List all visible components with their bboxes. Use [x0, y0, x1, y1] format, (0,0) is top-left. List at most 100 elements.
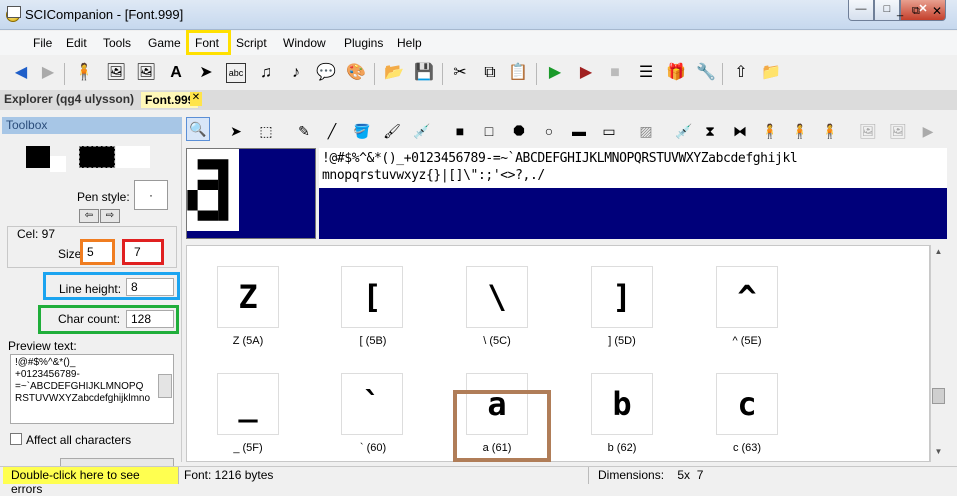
pen-icon[interactable]: ✎ [294, 121, 314, 141]
patch-icon[interactable]: ♪ [286, 63, 306, 83]
figure-icon[interactable]: 🧍 [790, 121, 810, 141]
pen-brush-preview[interactable] [79, 146, 115, 168]
preview-scrollbar[interactable] [158, 374, 172, 398]
font-icon[interactable]: A [166, 63, 186, 83]
paste-icon[interactable]: 📋 [508, 63, 528, 83]
foreground-color-swatch[interactable] [26, 146, 50, 168]
document-icon[interactable] [7, 6, 21, 18]
pen-style-selector[interactable]: · [134, 180, 168, 210]
message-icon[interactable]: 💬 [316, 63, 336, 83]
glyph-caption: b (62) [607, 442, 637, 454]
mdi-minimize-button[interactable]: _ [897, 5, 903, 17]
line-height-input[interactable]: 8 [126, 278, 174, 296]
scroll-up-icon[interactable]: ▲ [931, 247, 946, 260]
line-icon[interactable]: ╱ [322, 121, 342, 141]
glyph-cell[interactable]: c [716, 373, 778, 435]
mdi-restore-button[interactable]: ⧉ [912, 5, 920, 18]
eyedropper-icon[interactable]: 💉 [412, 121, 432, 141]
character-preview-canvas[interactable] [187, 149, 239, 231]
menu-window[interactable]: Window [283, 36, 326, 50]
glyph-cell[interactable]: [ [341, 266, 403, 328]
glyph-cell[interactable]: _ [217, 373, 279, 435]
cursor-icon[interactable]: ➤ [196, 63, 216, 83]
selected-glyph-highlight [453, 390, 551, 462]
text-resource-icon[interactable]: abc [226, 63, 246, 83]
mirror-icon[interactable]: ⧓ [730, 121, 750, 141]
minimize-button[interactable]: — [848, 0, 874, 21]
glyph-grid-scrollbar[interactable] [930, 245, 947, 462]
back-icon[interactable]: ◀ [11, 63, 31, 83]
fill-icon[interactable]: 🪣 [352, 121, 372, 141]
glyph-cell[interactable]: \ [466, 266, 528, 328]
glyph-cell[interactable]: b [591, 373, 653, 435]
filled-octagon-icon[interactable]: ⯃ [509, 121, 529, 141]
glyph-cell[interactable]: ` [341, 373, 403, 435]
preview-text-area[interactable]: !@#$%^&*()_ +0123456789- =~`ABCDEFGHIJKL… [10, 354, 174, 424]
roundrect-icon[interactable]: ▭ [599, 121, 619, 141]
menu-plugins[interactable]: Plugins [344, 36, 383, 50]
lock-folder-icon[interactable]: 📁 [761, 63, 781, 83]
image-import-icon[interactable]: 🖼 [858, 121, 878, 141]
scrollbar-thumb[interactable] [932, 388, 945, 404]
zoom-icon[interactable]: 🔍 [186, 117, 210, 141]
toolbox-bottom-button[interactable] [60, 458, 174, 466]
palette-icon[interactable]: 🎨 [346, 63, 366, 83]
gift-icon[interactable]: 🎁 [666, 63, 686, 83]
copy-icon[interactable]: ⧉ [480, 63, 500, 83]
menu-help[interactable]: Help [397, 36, 422, 50]
save-icon[interactable]: 💾 [414, 63, 434, 83]
menu-tools[interactable]: Tools [103, 36, 131, 50]
image-export-icon[interactable]: 🖼 [888, 121, 908, 141]
menu-game[interactable]: Game [148, 36, 181, 50]
background-color-swatch[interactable] [50, 156, 66, 172]
menu-file[interactable]: File [33, 36, 52, 50]
compile-icon[interactable]: ☰ [636, 63, 656, 83]
replace-color-icon[interactable]: 💉 [674, 121, 694, 141]
upload-icon[interactable]: ⇧ [731, 63, 751, 83]
tab-explorer[interactable]: Explorer (qg4 ulysson) [4, 92, 134, 106]
menu-font[interactable]: Font [195, 36, 219, 50]
picture-icon[interactable]: 🖼 [106, 63, 126, 83]
filled-roundrect-icon[interactable]: ▬ [569, 121, 589, 141]
rect-select-icon[interactable]: ⬚ [256, 121, 276, 141]
debug-icon[interactable]: ▶ [576, 63, 596, 83]
menu-script[interactable]: Script [236, 36, 267, 50]
pic-edit-icon[interactable]: 🖼 [136, 63, 156, 83]
menu-edit[interactable]: Edit [66, 36, 87, 50]
shift-left-button[interactable]: ⇦ [79, 209, 99, 223]
shift-right-button[interactable]: ⇨ [100, 209, 120, 223]
glyph-cell[interactable]: ] [591, 266, 653, 328]
figure-dark-icon[interactable]: 🧍 [820, 121, 840, 141]
open-folder-icon[interactable]: 📂 [384, 63, 404, 83]
glyph-caption: \ (5C) [483, 335, 511, 347]
rect-icon[interactable]: □ [479, 121, 499, 141]
hourglass-icon[interactable]: ⧗ [700, 121, 720, 141]
sound-icon[interactable]: ♫ [256, 63, 276, 83]
select-arrow-icon[interactable]: ➤ [226, 121, 246, 141]
forward-icon[interactable]: ▶ [38, 63, 58, 83]
font-preview-line-1: !@#$%^&*()_+0123456789-=~`ABCDEFGHIJKLMN… [322, 151, 798, 166]
tab-close-icon[interactable]: ✕ [190, 92, 202, 106]
size-height-input[interactable]: 7 [122, 239, 164, 265]
pen-brush-white-preview[interactable] [116, 146, 150, 168]
play-animation-icon[interactable]: ▶ [918, 121, 938, 141]
size-width-input[interactable]: 5 [80, 239, 115, 265]
settings-wrench-icon[interactable]: 🔧 [696, 63, 716, 83]
status-errors[interactable]: Double-click here to see errors [3, 467, 179, 496]
char-count-input[interactable]: 128 [126, 310, 174, 328]
figure-gray-icon[interactable]: 🧍 [760, 121, 780, 141]
stop-icon[interactable]: ■ [605, 63, 625, 83]
cut-icon[interactable]: ✂ [450, 63, 470, 83]
filled-rect-icon[interactable]: ■ [450, 121, 470, 141]
glyph-cell[interactable]: Z [217, 266, 279, 328]
glyph-cell[interactable]: ^ [716, 266, 778, 328]
view-icon[interactable]: 🧍 [74, 63, 94, 83]
run-icon[interactable]: ▶ [545, 63, 565, 83]
pen-style-label: Pen style: [77, 190, 130, 204]
brush-icon[interactable]: 🖌 [382, 121, 402, 141]
scroll-down-icon[interactable]: ▼ [931, 447, 946, 460]
affect-all-checkbox[interactable] [10, 433, 22, 445]
circle-icon[interactable]: ○ [539, 121, 559, 141]
mdi-close-button[interactable]: ✕ [932, 4, 942, 18]
dither-icon[interactable]: ▨ [636, 121, 656, 141]
